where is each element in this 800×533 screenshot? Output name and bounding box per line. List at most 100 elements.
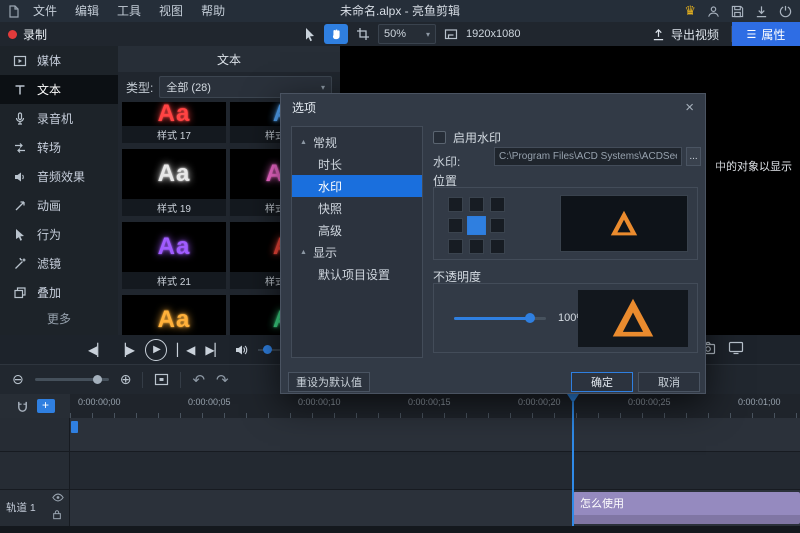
chevron-down-icon: ▾	[426, 30, 430, 39]
preview-view-buttons	[700, 341, 744, 355]
close-icon[interactable]: ×	[685, 100, 694, 115]
upgrade-crown-icon[interactable]: ♛	[684, 0, 696, 22]
acdsee-logo-icon	[609, 209, 639, 239]
playhead[interactable]	[567, 394, 580, 526]
opacity-slider-handle[interactable]	[525, 313, 535, 323]
sidebar-item-animation[interactable]: 动画	[0, 191, 118, 220]
track-header-column: 轨道 1	[0, 418, 70, 526]
tree-item-default-project-settings[interactable]: 默认项目设置	[292, 263, 422, 285]
sidebar-item-transitions[interactable]: 转场	[0, 133, 118, 162]
position-cell[interactable]	[448, 218, 463, 233]
prev-frame-button[interactable]: ◀▏	[88, 344, 106, 356]
tree-item-advanced[interactable]: 高级	[292, 219, 422, 241]
sidebar-item-audio-effects[interactable]: 音频效果	[0, 162, 118, 191]
animation-arrow-icon	[13, 199, 27, 213]
type-filter-value: 全部 (28)	[166, 79, 211, 95]
crop-icon[interactable]	[356, 27, 370, 41]
menu-bar: 文件 编辑 工具 视图 帮助 未命名.alpx - 亮鱼剪辑 ♛	[0, 0, 800, 23]
browse-button[interactable]: ...	[686, 147, 701, 166]
timeline-zoom-slider[interactable]	[35, 378, 109, 381]
hand-pan-button[interactable]	[324, 24, 348, 44]
exit-icon[interactable]	[779, 5, 792, 18]
timeline-clip[interactable]: 怎么使用	[573, 492, 800, 524]
position-cell-selected[interactable]	[467, 216, 486, 235]
track-visibility-eye-icon[interactable]	[52, 493, 64, 502]
undo-button[interactable]: ↶	[192, 371, 205, 389]
select-cursor-icon[interactable]	[302, 27, 316, 42]
sidebar-item-recorder[interactable]: 录音机	[0, 104, 118, 133]
seek-handle[interactable]	[263, 345, 272, 354]
sidebar-item-filters[interactable]: 滤镜	[0, 249, 118, 278]
track-lock-icon[interactable]	[52, 509, 62, 520]
tree-item-duration[interactable]: 时长	[292, 153, 422, 175]
jump-start-button[interactable]: ▏◀	[177, 344, 195, 356]
redo-button[interactable]: ↷	[216, 371, 229, 389]
sidebar-item-behaviors[interactable]: 行为	[0, 220, 118, 249]
tree-expand-icon[interactable]: ▲	[300, 249, 307, 256]
enable-watermark-checkbox[interactable]	[433, 131, 446, 144]
user-account-icon[interactable]	[707, 5, 720, 18]
canvas-size-icon[interactable]	[444, 27, 458, 41]
zoom-level-select[interactable]: 50% ▾	[378, 24, 436, 44]
media-icon	[13, 54, 27, 68]
sidebar-item-label: 滤镜	[37, 255, 61, 272]
zoom-level-value: 50%	[384, 28, 406, 40]
timeline-ruler[interactable]: + 0:00:00;00 0:00:00;05 0:00:00;10 0:00:…	[0, 394, 800, 418]
export-video-button[interactable]: 导出视频	[640, 26, 731, 43]
tree-group-display[interactable]: ▲ 显示	[292, 241, 422, 263]
opacity-slider-fill	[454, 317, 530, 320]
reset-defaults-button[interactable]: 重设为默认值	[288, 372, 370, 392]
tree-group-general[interactable]: ▲ 常规	[292, 131, 422, 153]
watermark-position-preview	[560, 195, 688, 252]
sidebar-item-text[interactable]: 文本	[0, 75, 118, 104]
download-icon[interactable]	[755, 5, 768, 18]
mini-clip[interactable]	[71, 421, 78, 433]
watermark-path-input[interactable]	[494, 147, 682, 166]
cancel-button[interactable]: 取消	[638, 372, 700, 392]
record-button[interactable]: 录制	[8, 22, 47, 46]
timeline-zoom-out-button[interactable]: ⊖	[12, 371, 24, 388]
track-lane	[0, 452, 800, 490]
jump-end-button[interactable]: ▶▏	[205, 344, 223, 356]
text-style-card[interactable]: Aa 样式 19	[122, 149, 226, 216]
sidebar-item-media[interactable]: 媒体	[0, 46, 118, 75]
position-cell[interactable]	[448, 197, 463, 212]
position-cell[interactable]	[490, 239, 505, 254]
track-name: 轨道 1	[6, 500, 36, 515]
sidebar-item-overlays[interactable]: 叠加	[0, 278, 118, 307]
save-icon[interactable]	[731, 5, 744, 18]
ruler-timecode: 0:00:00;25	[628, 397, 671, 407]
dialog-title-bar[interactable]: 选项 ×	[281, 94, 705, 120]
position-cell[interactable]	[448, 239, 463, 254]
menu-tools[interactable]: 工具	[108, 0, 150, 22]
text-style-card[interactable]: Aa 样式 23	[122, 295, 226, 335]
menu-view[interactable]: 视图	[150, 0, 192, 22]
menu-file[interactable]: 文件	[24, 0, 66, 22]
menu-edit[interactable]: 编辑	[66, 0, 108, 22]
position-cell[interactable]	[469, 197, 484, 212]
next-frame-button[interactable]: ▕▶	[116, 344, 134, 356]
position-cell[interactable]	[490, 197, 505, 212]
add-track-button[interactable]: +	[37, 399, 55, 413]
opacity-slider[interactable]	[454, 317, 546, 320]
position-group	[433, 187, 698, 260]
ruler-timecode: 0:00:00;15	[408, 397, 451, 407]
fullscreen-icon[interactable]	[728, 341, 744, 355]
text-style-card[interactable]: Aa 样式 17	[122, 102, 226, 143]
tree-item-snapshot[interactable]: 快照	[292, 197, 422, 219]
sidebar-more-button[interactable]: 更多	[0, 307, 118, 329]
tree-item-watermark[interactable]: 水印	[292, 175, 422, 197]
snap-magnet-icon[interactable]	[16, 400, 29, 413]
tree-expand-icon[interactable]: ▲	[300, 139, 307, 146]
timeline-zoom-in-button[interactable]: ⊕	[120, 371, 132, 388]
timeline-zoom-handle[interactable]	[93, 375, 102, 384]
menu-help[interactable]: 帮助	[192, 0, 234, 22]
position-cell[interactable]	[469, 239, 484, 254]
position-cell[interactable]	[490, 218, 505, 233]
properties-button[interactable]: ☰ 属性	[732, 22, 800, 46]
text-style-card[interactable]: Aa 样式 21	[122, 222, 226, 289]
fit-timeline-icon[interactable]	[154, 373, 169, 386]
ok-button[interactable]: 确定	[571, 372, 633, 392]
play-button[interactable]: ▶	[145, 339, 167, 361]
volume-button[interactable]	[234, 343, 249, 357]
